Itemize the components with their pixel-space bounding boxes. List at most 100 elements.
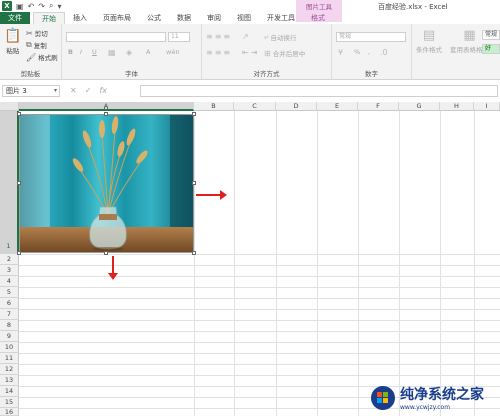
bold-button[interactable]: B (68, 48, 73, 56)
format-painter-button[interactable]: 🖌 格式刷 (26, 52, 58, 63)
save-icon[interactable]: ▣ (16, 2, 24, 11)
row-header-14[interactable]: 14 (0, 386, 19, 397)
row-header-5[interactable]: 5 (0, 287, 19, 298)
align-left-icon[interactable]: ≡ ≡ ≡ (206, 48, 230, 57)
comma-button[interactable]: , (368, 48, 370, 56)
formula-input[interactable] (140, 85, 498, 97)
picture-tools-label: 图片工具 (306, 3, 332, 11)
resize-handle-top[interactable] (104, 112, 108, 116)
row-header-8[interactable]: 8 (0, 320, 19, 331)
row-header-16[interactable]: 16 (0, 408, 19, 416)
tab-formulas[interactable]: 公式 (139, 12, 169, 24)
column-header-f[interactable]: F (358, 102, 399, 111)
customize-qat-icon[interactable]: ▾ (57, 2, 61, 11)
resize-handle-left[interactable] (17, 181, 21, 185)
resize-handle-right[interactable] (192, 181, 196, 185)
print-preview-icon[interactable]: ⌕ (49, 1, 53, 11)
orientation-icon[interactable]: ↗ (242, 32, 249, 41)
windows-logo-icon (371, 385, 395, 410)
resize-handle-top-left[interactable] (17, 112, 21, 116)
row-header-9[interactable]: 9 (0, 331, 19, 342)
gridline (474, 111, 475, 416)
tab-data[interactable]: 数据 (169, 12, 199, 24)
fill-color-button[interactable]: ◈ (126, 48, 132, 57)
column-header-i[interactable]: I (474, 102, 500, 111)
wrap-icon: ⤶ (264, 32, 269, 41)
decimal-icon[interactable]: .0 (380, 48, 388, 57)
cancel-icon[interactable]: ✕ (70, 86, 77, 95)
right-arrow-icon (196, 190, 227, 200)
align-top-icon[interactable]: ≡ ≡ ≡ (206, 32, 230, 41)
clipboard-group-label: 剪贴板 (20, 70, 41, 78)
italic-button[interactable]: I (80, 48, 82, 56)
row-header-12[interactable]: 12 (0, 364, 19, 375)
conditional-formatting-button[interactable]: ▤ 条件格式 (416, 28, 442, 54)
column-header-d[interactable]: D (276, 102, 317, 111)
cut-button[interactable]: ✂ 剪切 (26, 28, 48, 39)
column-header-b[interactable]: B (194, 102, 234, 111)
clipboard-group: 📋 粘贴 ✂ 剪切 ⧉ 复制 🖌 格式刷 剪贴板 (0, 24, 62, 80)
cell-style-normal[interactable]: 常规 (482, 30, 500, 40)
tab-page-layout[interactable]: 页面布局 (95, 12, 139, 24)
formula-bar-buttons: ✕ ✓ fx (70, 86, 107, 95)
row-header-13[interactable]: 13 (0, 375, 19, 386)
brush-icon: 🖌 (26, 52, 37, 62)
row-header-15[interactable]: 15 (0, 397, 19, 408)
tab-developer[interactable]: 开发工具 (259, 12, 303, 24)
tab-home[interactable]: 开始 (33, 12, 65, 24)
number-group: 常规 ¥ % , .0 数字 (332, 24, 412, 80)
column-header-h[interactable]: H (440, 102, 474, 111)
tab-review[interactable]: 审阅 (199, 12, 229, 24)
underline-button[interactable]: U (92, 48, 97, 56)
redo-icon[interactable]: ↷ (38, 2, 45, 11)
font-group: 11 B I U ▦ ◈ A wén 字体 (62, 24, 202, 80)
number-format-box[interactable]: 常规 (336, 32, 406, 42)
font-color-button[interactable]: A (146, 48, 150, 56)
undo-icon[interactable]: ↶ (28, 2, 35, 11)
tab-format[interactable]: 格式 (303, 12, 333, 24)
chevron-down-icon[interactable]: ▾ (54, 86, 57, 96)
phonetic-button[interactable]: wén (166, 48, 179, 56)
resize-handle-bottom-right[interactable] (192, 251, 196, 255)
title-bar: X ▣ ↶ ↷ ⌕ ▾ 百度经验.xlsx - Excel (0, 0, 500, 12)
indent-icon[interactable]: ⇤ ⇥ (242, 48, 257, 57)
row-header-6[interactable]: 6 (0, 298, 19, 309)
font-size-box[interactable]: 11 (168, 32, 190, 42)
alignment-group: ≡ ≡ ≡ ↗ ⤶ 自动换行 ≡ ≡ ≡ ⇤ ⇥ ⊞ 合并后居中 对齐方式 (202, 24, 332, 80)
row-header-7[interactable]: 7 (0, 309, 19, 320)
tab-view[interactable]: 视图 (229, 12, 259, 24)
gridline (19, 342, 500, 343)
currency-icon[interactable]: ¥ (338, 48, 343, 57)
enter-icon[interactable]: ✓ (85, 86, 92, 95)
resize-handle-bottom[interactable] (104, 251, 108, 255)
cell-style-good[interactable]: 好 (482, 44, 500, 54)
row-header-11[interactable]: 11 (0, 353, 19, 364)
row-header-2[interactable]: 2 (0, 254, 19, 265)
copy-button[interactable]: ⧉ 复制 (26, 40, 47, 50)
row-header-3[interactable]: 3 (0, 265, 19, 276)
column-header-c[interactable]: C (234, 102, 276, 111)
name-box[interactable]: 图片 3 ▾ (2, 85, 60, 97)
select-all-corner[interactable] (0, 102, 19, 111)
column-header-g[interactable]: G (399, 102, 440, 111)
ribbon-tabs: 文件 开始 插入 页面布局 公式 数据 审阅 视图 开发工具 格式 (0, 12, 333, 24)
paste-button[interactable]: 📋 粘贴 (4, 28, 21, 55)
gridline (19, 254, 500, 255)
window-title: 百度经验.xlsx - Excel (378, 3, 448, 11)
resize-handle-bottom-left[interactable] (17, 251, 21, 255)
row-header-10[interactable]: 10 (0, 342, 19, 353)
row-header-4[interactable]: 4 (0, 276, 19, 287)
font-name-box[interactable] (66, 32, 166, 42)
percent-button[interactable]: % (354, 48, 360, 56)
resize-handle-top-right[interactable] (192, 112, 196, 116)
fx-icon[interactable]: fx (99, 86, 107, 95)
tab-insert[interactable]: 插入 (65, 12, 95, 24)
column-header-e[interactable]: E (317, 102, 358, 111)
tab-file[interactable]: 文件 (0, 12, 30, 24)
wrap-text-button[interactable]: ⤶ 自动换行 (264, 32, 296, 42)
paste-icon: 📋 (4, 28, 22, 44)
rotate-handle[interactable] (104, 106, 108, 110)
inserted-picture[interactable] (19, 114, 194, 253)
merge-center-button[interactable]: ⊞ 合并后居中 (264, 48, 305, 59)
borders-button[interactable]: ▦ (108, 48, 116, 57)
